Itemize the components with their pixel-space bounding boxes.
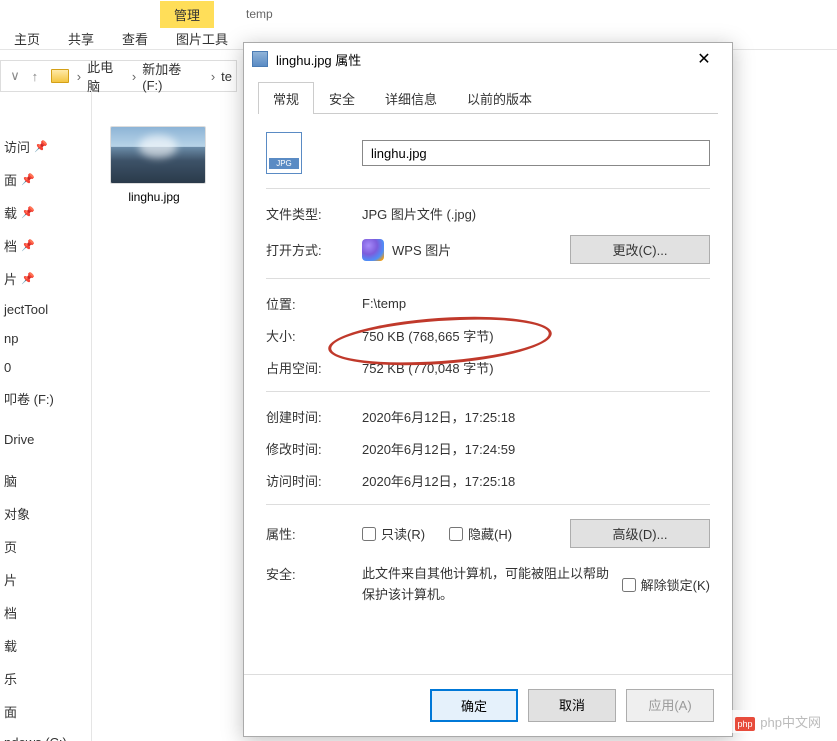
- value-disk: 752 KB (770,048 字节): [362, 358, 710, 377]
- pin-icon: 📌: [21, 239, 35, 252]
- sidebar-item[interactable]: ndows (C:): [0, 728, 91, 741]
- sidebar-item[interactable]: Drive: [0, 425, 91, 454]
- ok-button[interactable]: 确定: [430, 689, 518, 722]
- tab-general[interactable]: 常规: [258, 82, 314, 114]
- dialog-icon: [252, 51, 268, 67]
- crumb-drive[interactable]: 新加卷 (F:): [138, 59, 209, 93]
- advanced-button[interactable]: 高级(D)...: [570, 519, 710, 548]
- nav-back-icon[interactable]: ∨: [5, 68, 25, 84]
- sidebar-item[interactable]: 载📌: [0, 196, 91, 229]
- sidebar: 访问📌 面📌 载📌 档📌 片📌 jectTool np 0 叩卷 (F:) Dr…: [0, 90, 92, 741]
- sidebar-item[interactable]: np: [0, 324, 91, 353]
- sidebar-item[interactable]: 面📌: [0, 163, 91, 196]
- pin-icon: 📌: [21, 206, 35, 219]
- sidebar-item[interactable]: 访问📌: [0, 130, 91, 163]
- wps-icon: [362, 239, 384, 261]
- pin-icon: 📌: [21, 272, 35, 285]
- ribbon-tab-secondary[interactable]: 图片工具: [162, 25, 242, 52]
- value-size: 750 KB (768,665 字节): [362, 326, 710, 345]
- label-openwith: 打开方式:: [266, 240, 362, 259]
- crumb-folder[interactable]: te: [217, 69, 236, 84]
- label-disk: 占用空间:: [266, 358, 362, 377]
- label-size: 大小:: [266, 326, 362, 345]
- unblock-checkbox[interactable]: 解除锁定(K): [622, 564, 710, 606]
- sidebar-item[interactable]: 对象: [0, 497, 91, 530]
- cancel-button[interactable]: 取消: [528, 689, 616, 722]
- sidebar-item[interactable]: 片: [0, 563, 91, 596]
- dialog-title: linghu.jpg 属性: [276, 50, 684, 69]
- sidebar-item[interactable]: 档📌: [0, 229, 91, 262]
- sidebar-item[interactable]: jectTool: [0, 295, 91, 324]
- pin-icon: 📌: [21, 173, 35, 186]
- file-label: linghu.jpg: [110, 190, 198, 204]
- sidebar-item[interactable]: 0: [0, 353, 91, 382]
- value-location: F:\temp: [362, 296, 710, 311]
- ribbon-tab-home[interactable]: 主页: [0, 25, 54, 52]
- folder-icon: [51, 69, 69, 83]
- label-accessed: 访问时间:: [266, 471, 362, 490]
- ribbon-tab-view[interactable]: 查看: [108, 25, 162, 52]
- label-location: 位置:: [266, 294, 362, 313]
- ribbon-tab-manage[interactable]: 管理: [160, 1, 214, 28]
- sidebar-item[interactable]: 叩卷 (F:): [0, 382, 91, 415]
- tab-security[interactable]: 安全: [314, 82, 370, 114]
- file-thumbnail: [110, 126, 206, 184]
- value-accessed: 2020年6月12日，17:25:18: [362, 471, 710, 490]
- value-security: 此文件来自其他计算机，可能被阻止以帮助保护该计算机。: [362, 564, 612, 606]
- change-button[interactable]: 更改(C)...: [570, 235, 710, 264]
- watermark-logo: php: [735, 717, 755, 731]
- watermark: php php中文网: [729, 710, 827, 733]
- ribbon-tab-share[interactable]: 共享: [54, 25, 108, 52]
- sidebar-item[interactable]: 脑: [0, 464, 91, 497]
- label-security: 安全:: [266, 564, 362, 583]
- sidebar-item[interactable]: 乐: [0, 662, 91, 695]
- chevron-right-icon: ›: [209, 69, 217, 84]
- chevron-right-icon: ›: [75, 69, 83, 84]
- chevron-right-icon: ›: [130, 69, 138, 84]
- value-created: 2020年6月12日，17:25:18: [362, 407, 710, 426]
- label-modified: 修改时间:: [266, 439, 362, 458]
- tab-previous[interactable]: 以前的版本: [452, 82, 547, 114]
- label-attributes: 属性:: [266, 524, 362, 543]
- label-filetype: 文件类型:: [266, 204, 362, 223]
- readonly-checkbox[interactable]: 只读(R): [362, 524, 425, 543]
- apply-button[interactable]: 应用(A): [626, 689, 714, 722]
- tab-details[interactable]: 详细信息: [370, 82, 452, 114]
- properties-dialog: linghu.jpg 属性 ✕ 常规 安全 详细信息 以前的版本 文件类型: J…: [243, 42, 733, 737]
- sidebar-item[interactable]: 档: [0, 596, 91, 629]
- value-openwith: WPS 图片: [392, 240, 451, 259]
- breadcrumb[interactable]: ∨ ↑ › 此电脑 › 新加卷 (F:) › te: [0, 60, 237, 92]
- pin-icon: 📌: [34, 140, 48, 153]
- sidebar-item[interactable]: 载: [0, 629, 91, 662]
- value-modified: 2020年6月12日，17:24:59: [362, 439, 710, 458]
- file-tile[interactable]: linghu.jpg: [104, 120, 204, 210]
- sidebar-item[interactable]: 页: [0, 530, 91, 563]
- ribbon-temp: temp: [232, 5, 287, 23]
- label-created: 创建时间:: [266, 407, 362, 426]
- filename-input[interactable]: [362, 140, 710, 166]
- file-type-icon: [266, 132, 302, 174]
- hidden-checkbox[interactable]: 隐藏(H): [449, 524, 512, 543]
- sidebar-item[interactable]: 面: [0, 695, 91, 728]
- value-filetype: JPG 图片文件 (.jpg): [362, 204, 710, 223]
- close-button[interactable]: ✕: [684, 45, 724, 73]
- nav-up-icon[interactable]: ↑: [25, 69, 45, 84]
- sidebar-item[interactable]: 片📌: [0, 262, 91, 295]
